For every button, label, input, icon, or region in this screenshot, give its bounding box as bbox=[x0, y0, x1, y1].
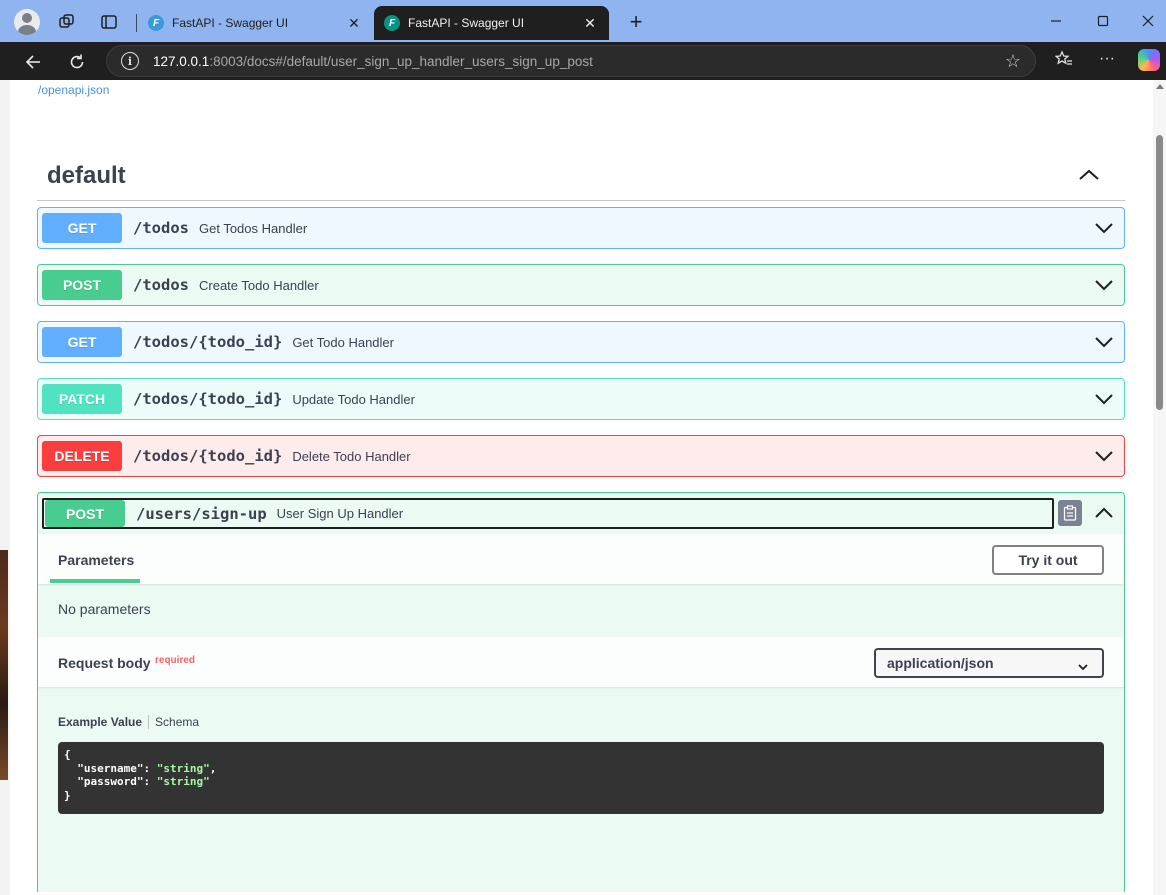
operation-summary[interactable]: PATCH /todos/{todo_id} Update Todo Handl… bbox=[42, 383, 1088, 415]
operation-path: /todos bbox=[133, 276, 189, 294]
parameters-tab-underline bbox=[50, 579, 140, 583]
operation-path: /users/sign-up bbox=[136, 504, 267, 523]
operation-delete-todo[interactable]: DELETE /todos/{todo_id} Delete Todo Hand… bbox=[37, 435, 1125, 477]
example-schema-tabs: Example Value Schema bbox=[58, 715, 199, 729]
tab-fastapi-1[interactable]: F FastAPI - Swagger UI ✕ bbox=[138, 6, 373, 40]
title-bar: F FastAPI - Swagger UI ✕ F FastAPI - Swa… bbox=[0, 0, 1166, 42]
operation-description: Get Todo Handler bbox=[292, 334, 394, 350]
operation-description: Get Todos Handler bbox=[199, 220, 308, 236]
try-it-out-button[interactable]: Try it out bbox=[992, 545, 1104, 575]
tab-title: FastAPI - Swagger UI bbox=[408, 16, 525, 30]
page-viewport: /openapi.json default GET /todos Get Tod… bbox=[10, 80, 1153, 895]
maximize-icon[interactable] bbox=[1088, 8, 1118, 34]
fastapi-favicon-icon: F bbox=[148, 15, 164, 31]
operation-post-sign-up[interactable]: POST /users/sign-up User Sign Up Handler… bbox=[37, 492, 1125, 892]
openapi-json-link[interactable]: /openapi.json bbox=[38, 83, 109, 97]
operation-description: User Sign Up Handler bbox=[276, 506, 404, 521]
scrollbar-thumb[interactable] bbox=[1156, 135, 1163, 410]
site-info-icon[interactable]: i bbox=[121, 52, 139, 70]
request-body-header: Request body required application/json bbox=[38, 637, 1124, 687]
operation-description: Delete Todo Handler bbox=[292, 448, 411, 464]
chevron-up-icon[interactable] bbox=[1094, 503, 1114, 523]
more-options-icon[interactable]: ··· bbox=[1094, 50, 1120, 68]
section-title[interactable]: default bbox=[47, 162, 126, 190]
operation-description: Create Todo Handler bbox=[199, 277, 319, 293]
operation-get-todos[interactable]: GET /todos Get Todos Handler bbox=[37, 207, 1125, 249]
scroll-up-arrow-icon[interactable] bbox=[1156, 84, 1164, 89]
request-body-title: Request body bbox=[58, 655, 151, 671]
address-bar[interactable]: i 127.0.0.1:8003/docs#/default/user_sign… bbox=[106, 45, 1036, 77]
content-type-value: application/json bbox=[887, 655, 994, 671]
operation-path: /todos/{todo_id} bbox=[133, 447, 283, 465]
operation-patch-todo[interactable]: PATCH /todos/{todo_id} Update Todo Handl… bbox=[37, 378, 1125, 420]
chevron-down-icon bbox=[1078, 659, 1088, 671]
tab-close-icon[interactable]: ✕ bbox=[581, 15, 599, 32]
tab-title: FastAPI - Swagger UI bbox=[172, 16, 289, 30]
method-badge: DELETE bbox=[42, 441, 122, 471]
background-image-fragment bbox=[0, 550, 8, 780]
operation-details: Parameters Try it out No parameters Requ… bbox=[38, 534, 1124, 894]
minimize-icon[interactable] bbox=[1041, 8, 1071, 34]
method-badge: GET bbox=[42, 327, 122, 357]
background-window-edge bbox=[0, 80, 10, 895]
section-collapse-chevron-up-icon[interactable] bbox=[1076, 164, 1102, 186]
copilot-icon[interactable] bbox=[1138, 49, 1160, 71]
new-tab-plus-icon[interactable]: + bbox=[624, 10, 648, 34]
parameters-tab[interactable]: Parameters bbox=[50, 544, 140, 582]
method-badge: POST bbox=[45, 500, 125, 527]
back-arrow-icon[interactable] bbox=[19, 48, 47, 76]
favorites-icon[interactable] bbox=[1051, 50, 1077, 73]
chevron-down-icon[interactable] bbox=[1094, 446, 1114, 466]
method-badge: PATCH bbox=[42, 384, 122, 414]
tab-separator bbox=[136, 14, 137, 32]
favorite-star-icon[interactable]: ☆ bbox=[1005, 51, 1021, 72]
close-window-icon[interactable] bbox=[1133, 8, 1163, 34]
operation-summary[interactable]: POST /users/sign-up User Sign Up Handler bbox=[42, 498, 1054, 529]
tab-close-icon[interactable]: ✕ bbox=[345, 15, 363, 32]
chevron-down-icon[interactable] bbox=[1094, 218, 1114, 238]
operation-path: /todos bbox=[133, 219, 189, 237]
parameters-header: Parameters Try it out bbox=[38, 534, 1124, 584]
chevron-down-icon[interactable] bbox=[1094, 275, 1114, 295]
required-badge: required bbox=[155, 655, 196, 666]
operation-path: /todos/{todo_id} bbox=[133, 333, 283, 351]
method-badge: GET bbox=[42, 213, 122, 243]
operation-post-todos[interactable]: POST /todos Create Todo Handler bbox=[37, 264, 1125, 306]
operation-summary[interactable]: POST /todos Create Todo Handler bbox=[42, 269, 1088, 301]
operation-summary[interactable]: DELETE /todos/{todo_id} Delete Todo Hand… bbox=[42, 440, 1088, 472]
tab-fastapi-2[interactable]: F FastAPI - Swagger UI ✕ bbox=[374, 6, 609, 40]
fastapi-favicon-icon: F bbox=[384, 15, 400, 31]
section-divider bbox=[37, 200, 1125, 201]
browser-toolbar: i 127.0.0.1:8003/docs#/default/user_sign… bbox=[0, 42, 1166, 80]
content-type-select[interactable]: application/json bbox=[874, 648, 1104, 678]
schema-tab[interactable]: Schema bbox=[155, 715, 199, 729]
workspaces-icon[interactable] bbox=[54, 9, 80, 35]
reload-icon[interactable] bbox=[63, 48, 91, 76]
operation-summary[interactable]: GET /todos/{todo_id} Get Todo Handler bbox=[42, 326, 1088, 358]
copy-to-clipboard-icon[interactable] bbox=[1058, 500, 1082, 526]
profile-avatar-icon[interactable] bbox=[14, 9, 40, 35]
no-parameters-text: No parameters bbox=[58, 601, 151, 617]
url-text[interactable]: 127.0.0.1:8003/docs#/default/user_sign_u… bbox=[153, 54, 1005, 69]
tab-actions-icon[interactable] bbox=[96, 9, 122, 35]
operation-path: /todos/{todo_id} bbox=[133, 390, 283, 408]
example-json-code: { "username": "string", "password": "str… bbox=[58, 742, 1104, 814]
operation-get-todo[interactable]: GET /todos/{todo_id} Get Todo Handler bbox=[37, 321, 1125, 363]
page-scrollbar[interactable] bbox=[1153, 80, 1166, 895]
tab-divider bbox=[148, 715, 150, 729]
operation-summary[interactable]: GET /todos Get Todos Handler bbox=[42, 212, 1088, 244]
chevron-down-icon[interactable] bbox=[1094, 389, 1114, 409]
operation-description: Update Todo Handler bbox=[292, 391, 415, 407]
method-badge: POST bbox=[42, 270, 122, 300]
example-value-tab[interactable]: Example Value bbox=[58, 715, 142, 729]
chevron-down-icon[interactable] bbox=[1094, 332, 1114, 352]
